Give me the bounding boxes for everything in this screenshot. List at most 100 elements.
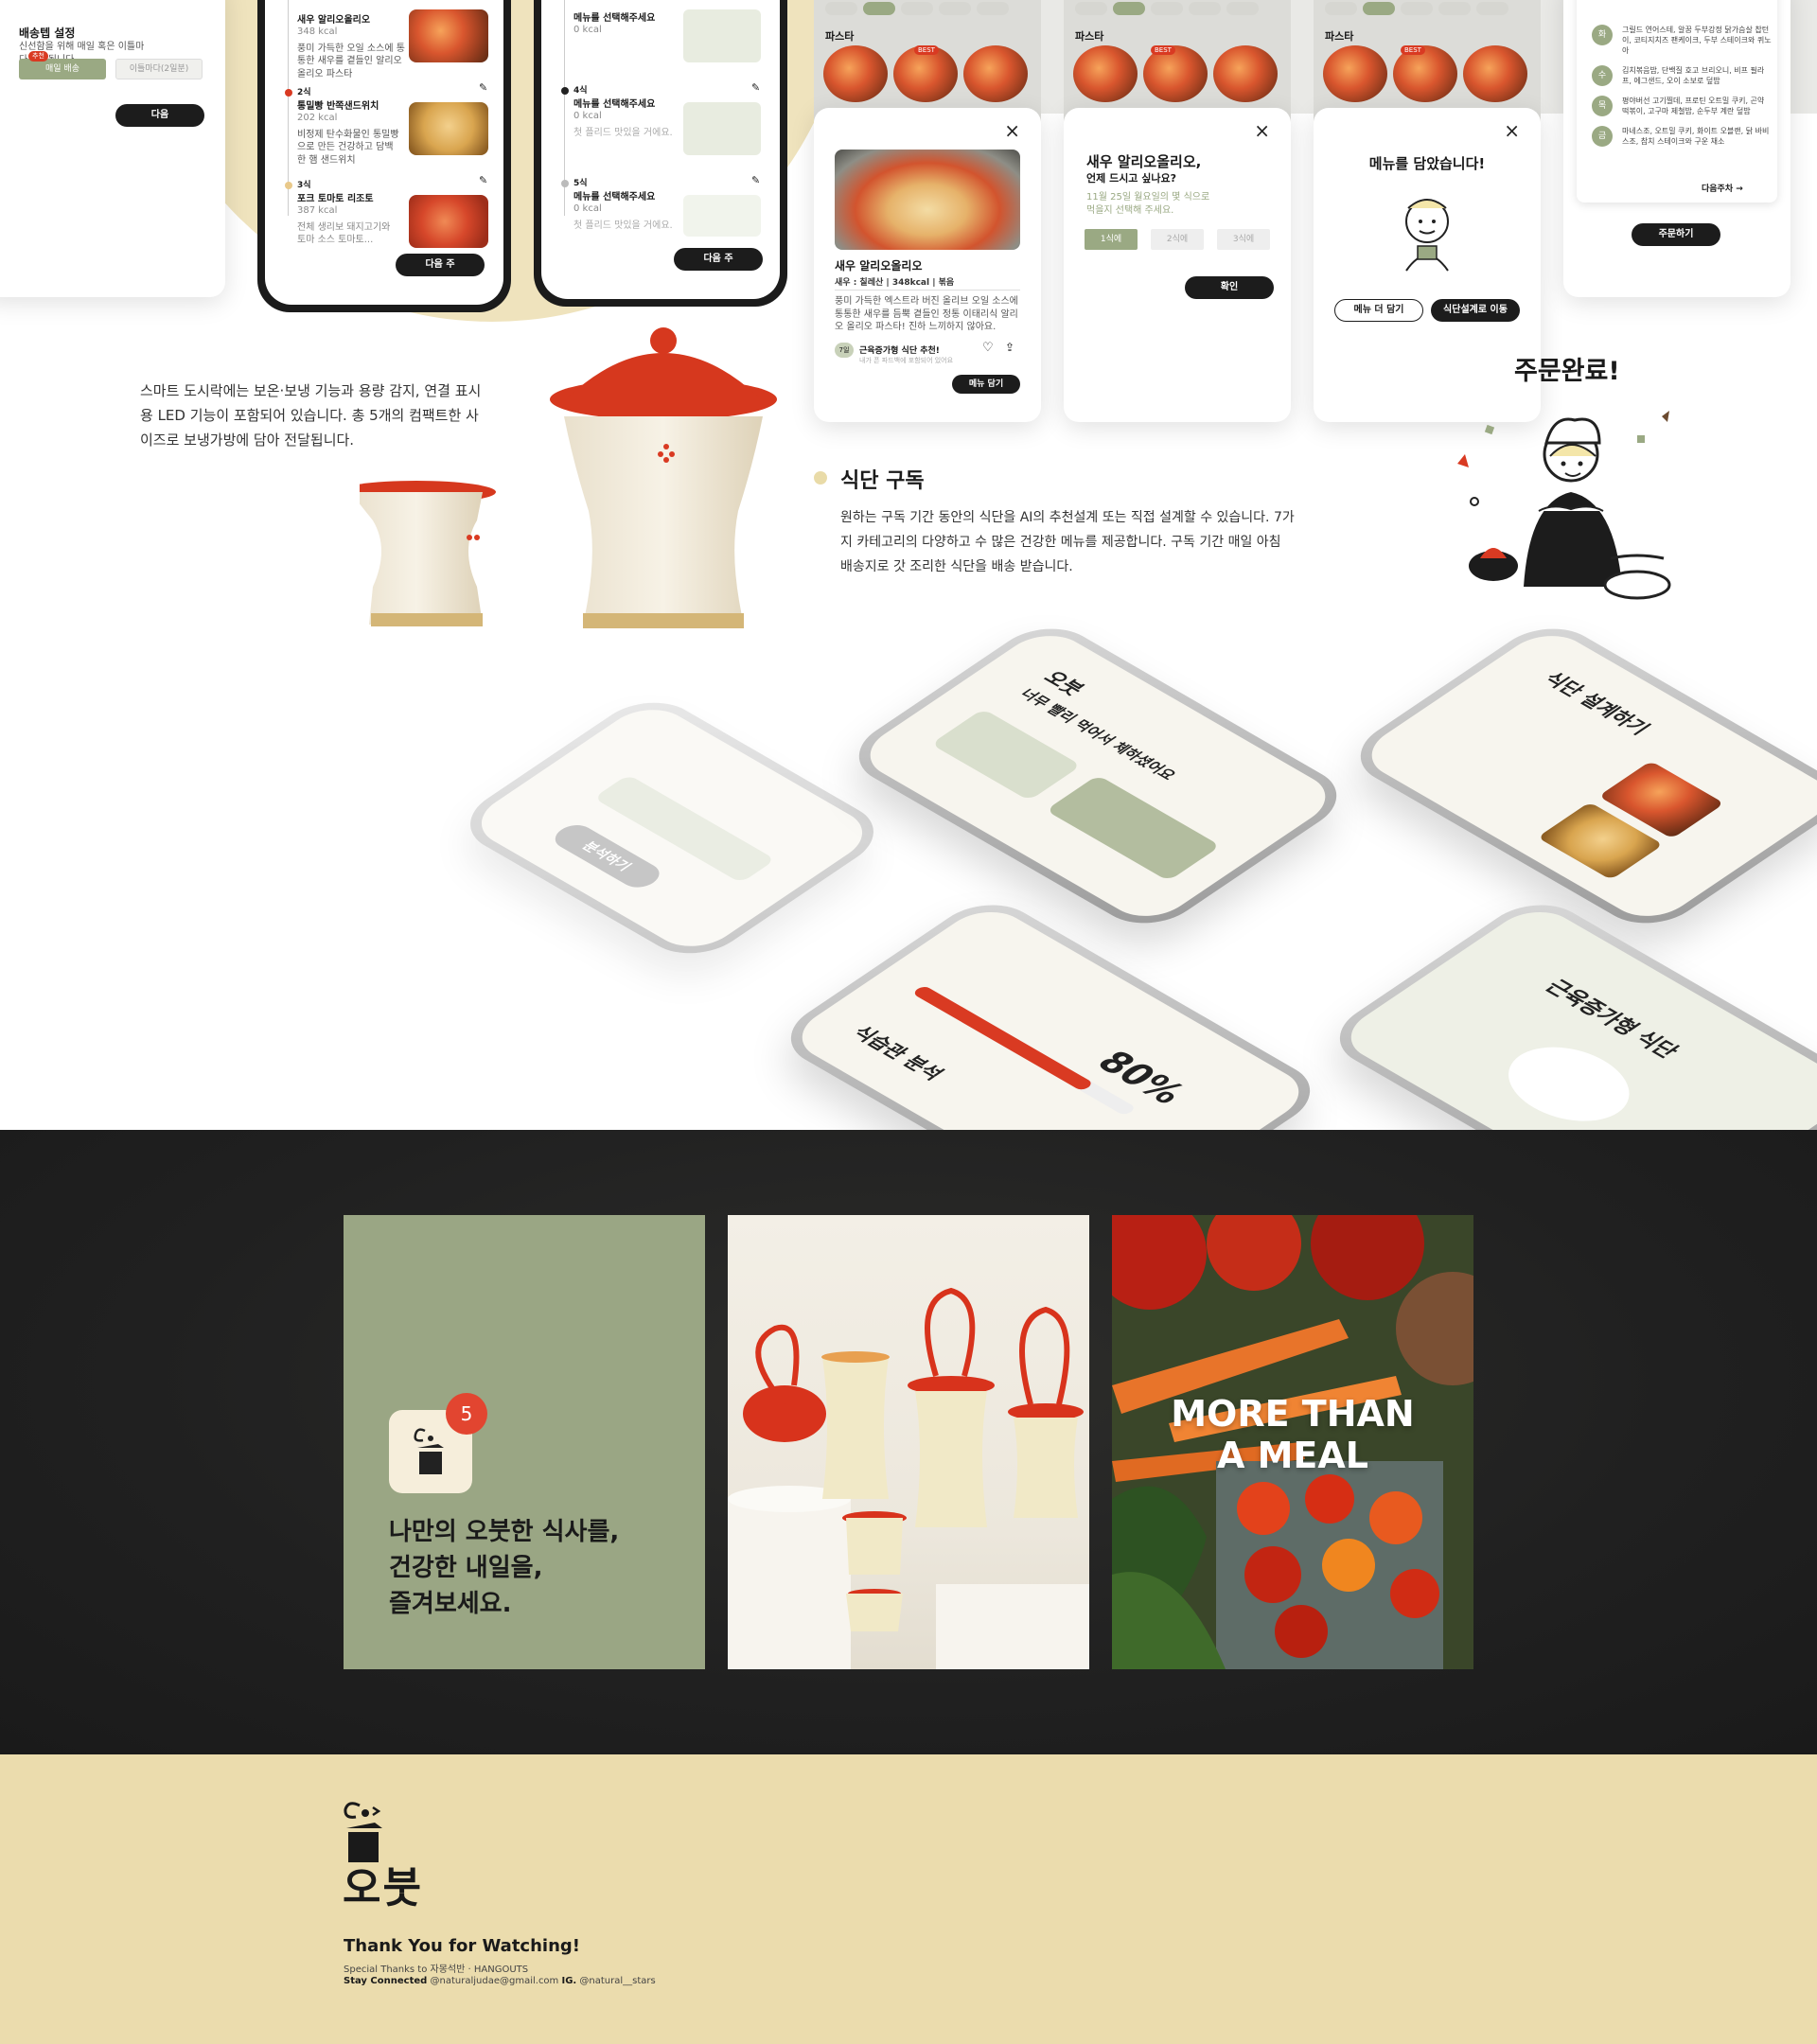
brand-gallery-section: 5 나만의 오붓한 식사를, 건강한 내일을, 즐겨보세요. MORE THAN… [0,1130,1817,1754]
add-menu-button[interactable]: 메뉴 담기 [952,375,1020,394]
order-button[interactable]: 주문하기 [1632,223,1720,246]
tag-sub: 내가 픈 파드백에 포함되어 있어요 [859,357,954,364]
list-row[interactable]: 수 김치볶음밥, 단백질 호고 브리오니, 비프 필라프, 에그샌드, 오이 소보… [1592,65,1772,86]
subscription-desc: 원하는 구독 기간 동안의 식단을 AI의 추천설계 또는 직접 설계할 수 있… [840,510,1295,574]
meal-slot-1[interactable]: 메뉴를 선택해주세요 0 kcal [573,9,678,37]
overlay-line-2: A MEAL [1216,1435,1369,1476]
recommend-badge: 추천 [28,51,48,62]
list-row[interactable]: 목 평야버선 고기찔데, 프로틴 오트밀 쿠키, 곤약 떡볶이, 고구마 제철밥,… [1592,96,1772,116]
day-circle: 금 [1592,126,1613,147]
modal-title: 메뉴를 담았습니다! [1368,155,1486,172]
meal-desc: 풍미 가득한 오일 소스에 통통한 새우를 곁들인 알리오 올리오 파스타 [297,43,405,79]
lunchbox-photo [728,1215,1089,1669]
meal-kcal: 202 kcal [297,113,338,123]
notification-badge: 5 [446,1393,487,1435]
meal-slot-5[interactable]: 5식 메뉴를 선택해주세요 0 kcal 첫 플리드 맛있을 거에요. [561,176,678,232]
next-button[interactable]: 다음 [115,104,204,127]
add-more-button[interactable]: 메뉴 더 담기 [1334,299,1423,322]
brand-logo-icon [344,1802,382,1862]
meal-item-1[interactable]: 새우 알리오올리오 348 kcal 풍미 가득한 오일 소스에 통통한 새우를… [297,11,411,80]
meal-name: 통밀빵 반쪽샌드위치 [297,101,379,112]
confirm-button[interactable]: 확인 [1185,276,1274,299]
option-3[interactable]: 3식에 [1217,229,1270,250]
showcase-section: 배송텝 설정 신선함을 위해 매일 혹은 이틀마다 배송됩니다. 매일 배송 추… [0,0,1817,1130]
edit-icon[interactable]: ✎ [751,81,760,94]
tagline-line-3: 즐겨보세요. [389,1590,512,1618]
chef-cooking-illustration [1457,411,1671,600]
list-row[interactable]: 화 그릴드 연어스테, 알꿈 두부강정 닭가슴살 찹턴이, 코티지치즈 팬케이크,… [1592,25,1772,56]
shrimp-pasta-photo [409,9,488,62]
phone-screen: 메뉴를 선택해주세요 0 kcal 4식 메뉴를 선택해주세요 0 kcal 첫… [541,0,780,299]
phone-meal-list-1: 새우 알리오올리오 348 kcal 풍미 가득한 오일 소스에 통통한 새우를… [257,0,511,312]
slot-kcal: 0 kcal [573,203,602,214]
menu-thumb [1073,45,1138,102]
best-badge: BEST [1401,45,1425,55]
next-week-link[interactable]: 다음주차 → [1702,182,1743,194]
overlay-line-1: MORE THAN [1171,1393,1415,1435]
brand-wordmark: 오붓 [343,1864,423,1912]
option-2[interactable]: 2식에 [1151,229,1204,250]
close-icon[interactable]: × [1504,121,1520,140]
tagline: 나만의 오붓한 식사를, 건강한 내일을, 즐겨보세요. [389,1514,619,1622]
category-label: 파스타 [825,30,855,43]
next-week-button[interactable]: 다음 주 [674,248,763,271]
every2-option[interactable]: 이틀마다(2일분) [115,59,203,79]
edit-icon[interactable]: ✎ [479,174,487,186]
menu-thumb [823,45,888,102]
meal-slot-4[interactable]: 4식 메뉴를 선택해주세요 0 kcal 첫 플리드 맛있을 거에요. [561,83,678,139]
modal-subtitle: 언제 드시고 싶나요? [1086,172,1176,185]
email-link[interactable]: @naturaljudae@gmail.com [431,1976,559,1986]
list-row[interactable]: 금 마네스조, 오트밀 쿠키, 화이트 오블랜, 닭 바비스조, 참치 스테이크와… [1592,126,1772,147]
heart-icon[interactable]: ♡ [982,341,994,355]
meal-desc: 전체 생리보 돼지고기와 토마 소스 토마토... [297,221,391,246]
close-icon[interactable]: × [1254,121,1270,140]
next-week-button[interactable]: 다음 주 [396,254,485,276]
meal-item-2[interactable]: 2식 통밀빵 반쪽샌드위치 202 kcal 비정제 탄수화물인 통밀빵으로 만… [285,85,401,167]
iso-phone-planner: 식단 설계하기 [1338,615,1817,937]
meal-name: 포크 토마토 리조토 [297,194,374,204]
ig-link[interactable]: @natural__stars [579,1976,655,1986]
edit-icon[interactable]: ✎ [751,174,760,186]
iso-phone-habit: 80% 식습관 분석 [768,891,1332,1130]
day-circle: 수 [1592,65,1613,86]
habit-title: 식습관 분석 [846,1022,949,1084]
divider [835,290,1020,291]
weekly-list-card: 화 그릴드 연어스테, 알꿈 두부강정 닭가슴살 찹턴이, 코티지치즈 팬케이크,… [1563,0,1791,297]
menu-added-modal: × 메뉴를 담았습니다! 메뉴 더 담기 식단설계로 이동 [1314,108,1541,422]
row-text: 마네스조, 오트밀 쿠키, 화이트 오블랜, 닭 바비스조, 참치 스테이크와 … [1622,127,1770,146]
close-icon[interactable]: × [1004,121,1020,140]
phone-meal-list-2: 메뉴를 선택해주세요 0 kcal 4식 메뉴를 선택해주세요 0 kcal 첫… [534,0,787,307]
footer: 오붓 Thank You for Watching! Special Thank… [0,1754,1817,2044]
smart-lunchbox-product [360,327,777,628]
slot-desc: 첫 플리드 맛있을 거에요. [573,220,673,231]
thanks-text: Thank You for Watching! [344,1936,580,1956]
iso-phone-home: 오붓 너무 빨리 먹어서 체하셨어요 [837,615,1359,937]
menu-title: 새우 알리오올리오 [835,259,923,273]
meal-no: 2식 [297,88,311,97]
subscription-title: 식단 구독 [840,469,925,493]
day-circle: 화 [1592,25,1613,45]
tag-badge: 7일 [835,343,854,358]
slot-desc: 첫 플리드 맛있을 거에요. [573,127,673,138]
ig-label: IG. [561,1976,577,1986]
go-planner-button[interactable]: 식단설계로 이동 [1431,299,1520,322]
analyze-button[interactable]: 분석하기 [547,819,667,892]
menu-thumb [1213,45,1278,102]
tag-text: 근육증가형 식단 추천! [859,346,940,356]
category-label: 파스타 [1325,30,1354,43]
daily-option[interactable]: 매일 배송 추천 [19,51,106,79]
edit-icon[interactable]: ✎ [479,81,487,94]
more-than-a-meal: MORE THAN A MEAL [1112,1393,1473,1476]
list-rows: 화 그릴드 연어스테, 알꿈 두부강정 닭가슴살 찹턴이, 코티지치즈 팬케이크,… [1592,25,1772,156]
chef-eating-illustration [1405,199,1449,272]
row-text: 김치볶음밥, 단백질 호고 브리오니, 비프 필라프, 에그샌드, 오이 소보로… [1622,66,1765,85]
meal-no: 3식 [297,181,311,190]
meal-name: 새우 알리오올리오 [297,15,371,26]
share-icon[interactable]: ⇪ [1005,341,1014,354]
option-1[interactable]: 1식에 [1085,229,1138,250]
slot-name: 메뉴를 선택해주세요 [573,99,656,110]
day-circle: 목 [1592,96,1613,116]
best-badge: BEST [1151,45,1175,55]
meal-item-3[interactable]: 3식 포크 토마토 리조토 387 kcal 전체 생리보 돼지고기와 토마 소… [285,178,401,247]
tagline-line-1: 나만의 오붓한 식사를, [389,1518,620,1546]
